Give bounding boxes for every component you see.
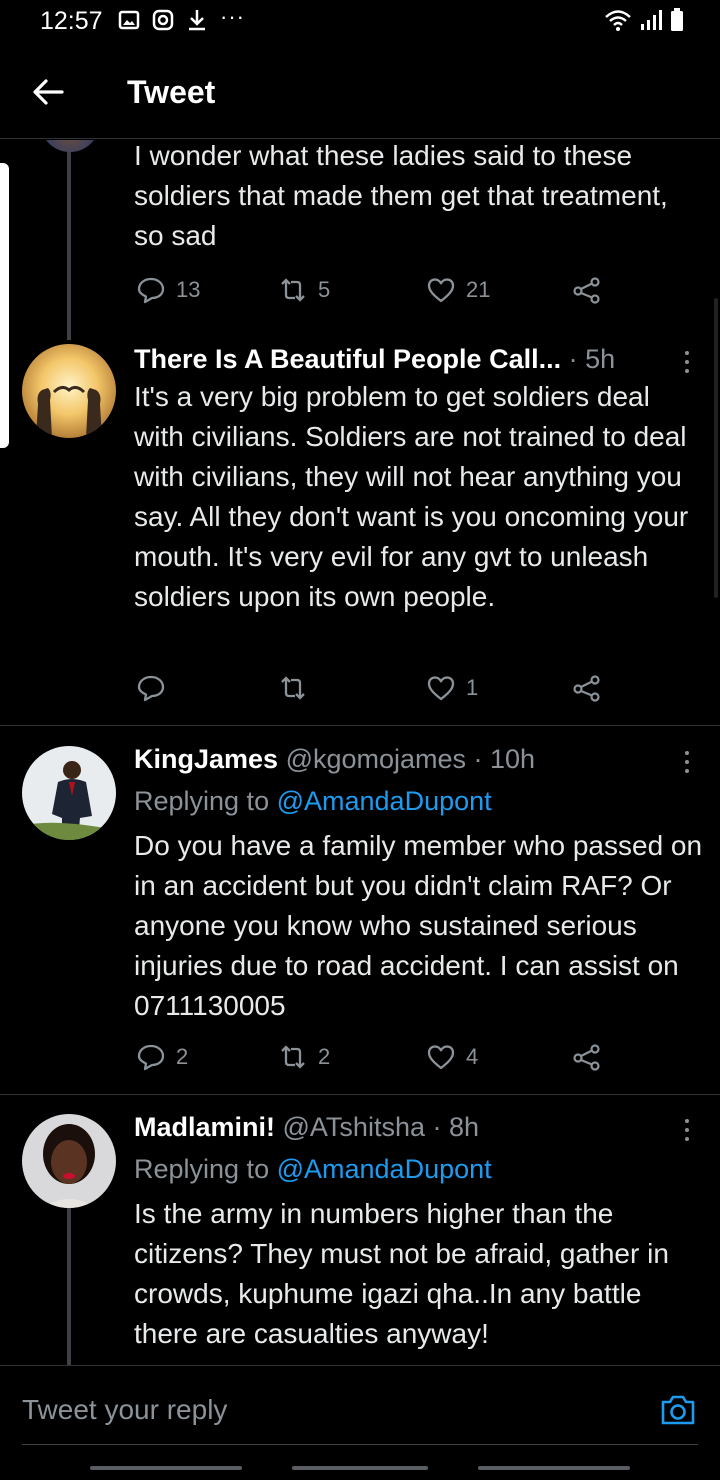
wifi-icon bbox=[605, 10, 631, 31]
retweet-button[interactable] bbox=[278, 673, 318, 703]
page-title: Tweet bbox=[127, 74, 216, 110]
heart-icon bbox=[427, 1045, 455, 1070]
retweet-icon bbox=[281, 1045, 305, 1069]
more-options-icon[interactable] bbox=[682, 1116, 692, 1142]
heart-icon bbox=[427, 676, 455, 701]
replying-to-label: Replying to bbox=[134, 1154, 277, 1184]
retweet-icon bbox=[281, 278, 305, 302]
reply-button[interactable]: 2 bbox=[136, 1042, 188, 1072]
avatar[interactable] bbox=[40, 140, 100, 152]
tweet-author-row: There Is A Beautiful People Call... · 5h bbox=[134, 344, 615, 375]
author-name[interactable]: Madlamini! bbox=[134, 1112, 275, 1142]
reply-icon bbox=[137, 277, 165, 304]
reply-button[interactable] bbox=[136, 673, 176, 703]
tweet-actions: 2 2 4 bbox=[134, 1042, 604, 1078]
instagram-icon bbox=[152, 9, 174, 31]
reply-icon bbox=[137, 675, 165, 702]
replying-to-label: Replying to bbox=[134, 786, 277, 816]
status-time: 12:57 bbox=[40, 7, 103, 35]
tweet-actions: 1 bbox=[134, 673, 604, 709]
tweet[interactable]: I wonder what these ladies said to these… bbox=[0, 140, 720, 320]
reply-count: 13 bbox=[176, 277, 201, 302]
tweet-text: Do you have a family member who passed o… bbox=[134, 830, 703, 1021]
tweet-author-row: KingJames @kgomojames · 10h bbox=[134, 744, 535, 775]
share-icon bbox=[573, 277, 600, 304]
tweet-meta: · 5h bbox=[561, 344, 616, 374]
avatar-image bbox=[22, 344, 116, 438]
reply-button[interactable]: 13 bbox=[136, 275, 200, 305]
share-button[interactable] bbox=[572, 1042, 602, 1072]
reply-icon bbox=[137, 1044, 165, 1071]
avatar[interactable] bbox=[22, 1114, 116, 1208]
more-options-icon[interactable] bbox=[682, 748, 692, 774]
nav-gesture-handle bbox=[90, 1466, 242, 1470]
share-button[interactable] bbox=[572, 673, 602, 703]
nav-gesture-handle bbox=[292, 1466, 428, 1470]
retweet-count: 2 bbox=[318, 1044, 331, 1069]
tweet-meta: @kgomojames · 10h bbox=[278, 744, 536, 774]
tweet-actions: 13 5 21 bbox=[134, 275, 604, 311]
share-icon bbox=[573, 675, 600, 702]
signal-icon bbox=[641, 10, 662, 30]
like-button[interactable]: 4 bbox=[426, 1042, 478, 1072]
battery-icon bbox=[671, 8, 683, 31]
more-notifications-icon: ··· bbox=[220, 4, 245, 29]
retweet-icon bbox=[281, 676, 305, 700]
avatar[interactable] bbox=[22, 746, 116, 840]
download-icon bbox=[189, 10, 205, 31]
tweet-divider bbox=[0, 1094, 720, 1095]
like-button[interactable]: 21 bbox=[426, 275, 490, 305]
avatar-image bbox=[22, 746, 116, 840]
tweet[interactable]: KingJames @kgomojames · 10h Replying to … bbox=[0, 742, 720, 1092]
retweet-count: 5 bbox=[318, 277, 331, 302]
reply-input-underline bbox=[22, 1444, 698, 1445]
mention-link[interactable]: @AmandaDupont bbox=[277, 786, 492, 816]
tweet-text: Is the army in numbers higher than the c… bbox=[134, 1198, 669, 1349]
avatar-image bbox=[22, 1114, 116, 1208]
reply-input[interactable]: Tweet your reply bbox=[22, 1394, 227, 1426]
replying-to: Replying to @AmandaDupont bbox=[134, 1154, 492, 1185]
back-arrow-icon[interactable] bbox=[30, 74, 66, 110]
camera-icon[interactable] bbox=[658, 1390, 698, 1430]
more-options-icon[interactable] bbox=[682, 348, 692, 374]
author-name[interactable]: There Is A Beautiful People Call... bbox=[134, 344, 561, 374]
gallery-icon bbox=[118, 10, 140, 30]
tweet-meta: @ATshitsha · 8h bbox=[275, 1112, 480, 1142]
tweet-divider bbox=[0, 725, 720, 726]
like-count: 4 bbox=[466, 1044, 479, 1069]
tweet-header: Tweet bbox=[0, 46, 720, 139]
share-icon bbox=[573, 1044, 600, 1071]
like-count: 1 bbox=[466, 675, 479, 700]
reply-count: 2 bbox=[176, 1044, 189, 1069]
tweet[interactable]: There Is A Beautiful People Call... · 5h… bbox=[0, 340, 720, 725]
tweet-text: It's a very big problem to get soldiers … bbox=[134, 381, 689, 612]
status-bar: 12:57 ··· bbox=[0, 0, 720, 46]
tweet-author-row: Madlamini! @ATshitsha · 8h bbox=[134, 1112, 479, 1143]
share-button[interactable] bbox=[572, 275, 602, 305]
like-button[interactable]: 1 bbox=[426, 673, 478, 703]
retweet-button[interactable]: 5 bbox=[278, 275, 330, 305]
reply-composer: Tweet your reply bbox=[0, 1365, 720, 1480]
tweet[interactable]: Madlamini! @ATshitsha · 8h Replying to @… bbox=[0, 1110, 720, 1365]
author-name[interactable]: KingJames bbox=[134, 744, 278, 774]
nav-gesture-handle bbox=[478, 1466, 630, 1470]
mention-link[interactable]: @AmandaDupont bbox=[277, 1154, 492, 1184]
replying-to: Replying to @AmandaDupont bbox=[134, 786, 492, 817]
avatar[interactable] bbox=[22, 344, 116, 438]
tweet-text: I wonder what these ladies said to these… bbox=[134, 140, 668, 251]
heart-icon bbox=[427, 278, 455, 303]
retweet-button[interactable]: 2 bbox=[278, 1042, 330, 1072]
like-count: 21 bbox=[466, 277, 491, 302]
